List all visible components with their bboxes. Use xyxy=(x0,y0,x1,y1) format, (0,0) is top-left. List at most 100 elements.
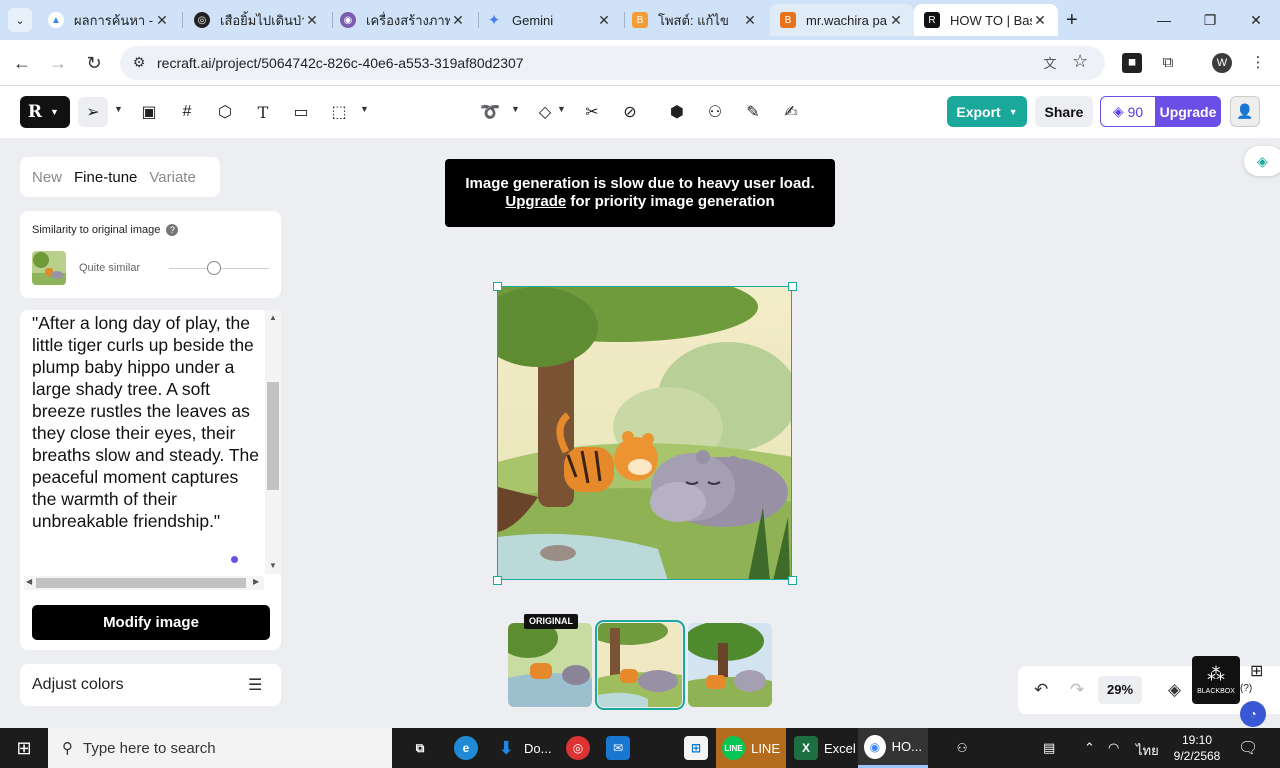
people-icon[interactable]: ⚇ xyxy=(944,728,980,768)
prompt-textarea[interactable]: "After a long day of play, the little ti… xyxy=(20,310,265,574)
adjust-colors-panel[interactable]: Adjust colors ☰ xyxy=(20,664,281,706)
toast-upgrade-link[interactable]: Upgrade xyxy=(505,193,566,210)
taskbar-app-chrome[interactable]: ◉ HO... xyxy=(858,728,928,768)
chevron-down-icon[interactable]: ▼ xyxy=(114,104,123,114)
new-tab-plus-icon[interactable]: + xyxy=(1066,10,1078,30)
comment-tool-icon[interactable]: ▭ xyxy=(289,100,313,124)
browser-tab[interactable]: ✦ Gemini ✕ xyxy=(476,4,622,36)
minimize-icon[interactable]: — xyxy=(1141,8,1187,32)
close-tab-icon[interactable]: ✕ xyxy=(596,12,612,29)
user-avatar-icon[interactable]: 👤 xyxy=(1230,96,1260,127)
taskbar-app-line[interactable]: LINE LINE xyxy=(716,728,786,768)
upgrade-button[interactable]: Upgrade xyxy=(1155,96,1221,127)
recraft-logo-menu[interactable]: R ▼ xyxy=(20,96,70,128)
extensions-puzzle-icon[interactable]: ⧉ xyxy=(1158,53,1178,73)
taskbar-search-box[interactable]: ⚲ Type here to search xyxy=(48,728,392,768)
prompt-horizontal-scrollbar[interactable]: ◀ ▶ xyxy=(24,576,264,590)
scroll-down-icon[interactable]: ▼ xyxy=(269,561,277,570)
browser-tab[interactable]: B โพสต์: แก้ไข ✕ xyxy=(622,4,768,36)
modify-image-button[interactable]: Modify image xyxy=(32,605,270,640)
vectorize-icon[interactable]: ✎ xyxy=(741,100,765,124)
scrollbar-thumb[interactable] xyxy=(267,382,279,490)
translate-icon[interactable]: 文 xyxy=(1040,53,1060,73)
magic-tool-icon[interactable]: ⚇ xyxy=(703,100,727,124)
windows-start-icon[interactable]: ⊞ xyxy=(0,728,48,768)
similarity-slider-knob[interactable] xyxy=(207,261,221,275)
share-button[interactable]: Share xyxy=(1035,96,1093,127)
chevron-down-icon[interactable]: ▼ xyxy=(557,104,566,114)
credits-badge[interactable]: ◈ 90 xyxy=(1100,96,1155,127)
help-question-icon[interactable]: (?) xyxy=(1240,683,1252,694)
browser-tab[interactable]: B mr.wachira pa ✕ xyxy=(770,4,914,36)
prompt-text[interactable]: "After a long day of play, the little ti… xyxy=(32,312,264,532)
browser-menu-icon[interactable]: ⋮ xyxy=(1248,53,1268,73)
text-tool-icon[interactable]: T xyxy=(251,100,275,124)
restore-icon[interactable]: ❐ xyxy=(1187,8,1233,32)
reload-icon[interactable]: ↻ xyxy=(82,51,106,75)
taskbar-clock[interactable]: 19:10 9/2/2568 xyxy=(1172,732,1222,764)
scrollbar-thumb[interactable] xyxy=(36,578,246,588)
lasso-tool-icon[interactable]: ➰ xyxy=(478,100,502,124)
profile-avatar[interactable]: W xyxy=(1212,53,1232,73)
chevron-down-icon[interactable]: ▼ xyxy=(511,104,520,114)
tab-variate[interactable]: Variate xyxy=(149,169,195,186)
window-close-icon[interactable]: ✕ xyxy=(1233,8,1279,32)
back-arrow-icon[interactable]: ← xyxy=(10,51,34,75)
close-tab-icon[interactable]: ✕ xyxy=(1032,12,1048,29)
close-tab-icon[interactable]: ✕ xyxy=(154,12,170,29)
upscale-icon[interactable]: ✍ xyxy=(779,100,803,124)
taskbar-app-downloads[interactable]: ⬇ Do... xyxy=(488,728,557,768)
task-view-icon[interactable]: ⧉ xyxy=(402,728,438,768)
grammar-indicator-dot[interactable] xyxy=(231,556,238,563)
variant-thumbnail[interactable] xyxy=(688,623,772,707)
export-button[interactable]: Export ▼ xyxy=(947,96,1027,127)
prompt-vertical-scrollbar[interactable]: ▲ ▼ xyxy=(265,310,281,574)
tab-search-chevron-icon[interactable]: ⌄ xyxy=(8,8,32,32)
wifi-icon[interactable]: ◠ xyxy=(1108,740,1119,756)
scroll-up-icon[interactable]: ▲ xyxy=(269,313,277,322)
redo-icon[interactable]: ↷ xyxy=(1070,680,1084,700)
edge-icon[interactable]: e xyxy=(448,728,484,768)
resize-handle[interactable] xyxy=(493,576,502,585)
side-panel-toggle-icon[interactable]: ◈ xyxy=(1244,146,1280,176)
store-icon[interactable]: ⊞ xyxy=(678,728,714,768)
scroll-right-icon[interactable]: ▶ xyxy=(253,577,259,586)
mail-icon[interactable]: ✉ xyxy=(600,728,636,768)
resize-handle[interactable] xyxy=(493,282,502,291)
news-widget-icon[interactable]: ▤ xyxy=(1043,740,1055,756)
selected-generated-image[interactable] xyxy=(497,286,792,580)
tab-fine-tune[interactable]: Fine-tune xyxy=(74,169,137,186)
browser-tab[interactable]: ◉ เครื่องสร้างภาพ ✕ xyxy=(330,4,476,36)
variant-thumbnail-original[interactable] xyxy=(508,623,592,707)
close-tab-icon[interactable]: ✕ xyxy=(888,12,904,29)
scroll-left-icon[interactable]: ◀ xyxy=(26,577,32,586)
input-language[interactable]: ไทย xyxy=(1136,740,1159,761)
frame-tool-icon[interactable]: # xyxy=(175,100,199,124)
tray-chevron-up-icon[interactable]: ⌃ xyxy=(1084,740,1095,756)
layers-icon[interactable]: ◈ xyxy=(1168,680,1181,700)
taskbar-app-red[interactable]: ◎ xyxy=(560,728,596,768)
scissors-icon[interactable]: ✂ xyxy=(580,100,604,124)
image-upload-tool-icon[interactable]: ⬚ xyxy=(327,100,351,124)
site-settings-icon[interactable]: ⚙ xyxy=(130,54,148,72)
sliders-icon[interactable]: ☰ xyxy=(248,675,262,695)
forward-arrow-icon[interactable]: → xyxy=(46,51,70,75)
bookmark-star-icon[interactable]: ☆ xyxy=(1072,51,1088,72)
close-tab-icon[interactable]: ✕ xyxy=(304,12,320,29)
browser-tab-active[interactable]: R HOW TO | Bas ✕ xyxy=(914,4,1058,36)
resize-handle[interactable] xyxy=(788,282,797,291)
resize-handle[interactable] xyxy=(788,576,797,585)
mockup-shirt-icon[interactable]: ⬢ xyxy=(665,100,689,124)
taskbar-app-excel[interactable]: X Excel xyxy=(788,728,862,768)
help-icon[interactable]: ? xyxy=(166,224,179,236)
tab-new[interactable]: New xyxy=(32,169,62,186)
browser-tab[interactable]: ◎ เสือยิ้มไปเดินป่า ✕ xyxy=(184,4,330,36)
image-tool-icon[interactable]: ▣ xyxy=(137,100,161,124)
remove-background-icon[interactable]: ⊘ xyxy=(618,100,642,124)
undo-icon[interactable]: ↶ xyxy=(1034,680,1048,700)
close-tab-icon[interactable]: ✕ xyxy=(450,12,466,29)
mockup-tool-icon[interactable]: ⬡ xyxy=(213,100,237,124)
zoom-level[interactable]: 29% xyxy=(1098,676,1142,704)
extension-icon[interactable]: ◼ xyxy=(1122,53,1142,73)
notification-icon[interactable]: 🗨 xyxy=(1238,738,1258,758)
